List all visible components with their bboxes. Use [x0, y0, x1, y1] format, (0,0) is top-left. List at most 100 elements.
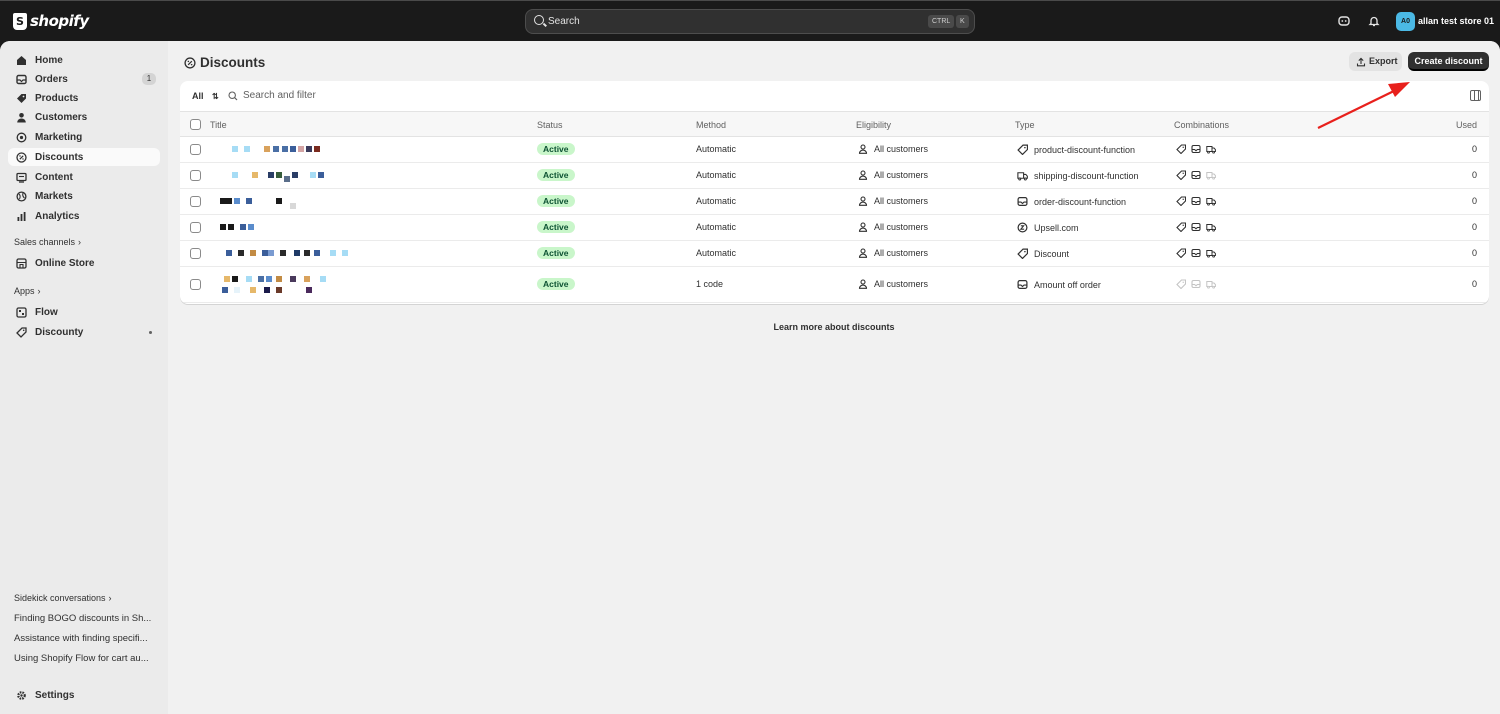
- redacted-title-block: [294, 250, 300, 256]
- row-checkbox[interactable]: [190, 170, 201, 181]
- store-name[interactable]: allan test store 01: [1418, 16, 1494, 26]
- used-count: 0: [1471, 248, 1477, 258]
- sidebar-item-analytics[interactable]: Analytics: [8, 207, 160, 225]
- redacted-title-block: [228, 224, 234, 230]
- sidekick-conversation[interactable]: Assistance with finding specifi...: [14, 633, 162, 644]
- column-status[interactable]: Status: [537, 120, 563, 130]
- sidebar-item-orders[interactable]: Orders 1: [8, 70, 160, 88]
- used-count: 0: [1471, 279, 1477, 289]
- sidebar-item-label: Content: [35, 171, 73, 183]
- column-type[interactable]: Type: [1015, 120, 1035, 130]
- table-row[interactable]: Active 1 code All customers Amount off o…: [180, 267, 1489, 303]
- learn-more-link[interactable]: Learn more about discounts: [168, 322, 1500, 332]
- combo-order-icon: [1191, 222, 1201, 232]
- store-avatar[interactable]: A0: [1396, 12, 1415, 31]
- chevron-right-icon: ›: [108, 593, 112, 603]
- row-checkbox[interactable]: [190, 196, 201, 207]
- column-used[interactable]: Used: [1456, 120, 1477, 130]
- eligibility-text: All customers: [874, 222, 929, 232]
- redacted-title-block: [276, 172, 282, 178]
- main-content: Discounts Export Create discount All ⇅ S…: [168, 41, 1500, 714]
- status-cell: Active: [537, 169, 575, 181]
- global-search-input[interactable]: Search CTRL K: [525, 9, 975, 34]
- column-method[interactable]: Method: [696, 120, 726, 130]
- sidebar-item-discounty[interactable]: Discounty: [8, 323, 160, 341]
- sidebar-item-content[interactable]: Content: [8, 168, 160, 186]
- orders-count-badge: 1: [142, 73, 156, 85]
- table-row[interactable]: Active Automatic All customers Upsell.co…: [180, 215, 1489, 241]
- columns-icon[interactable]: [1470, 90, 1481, 101]
- shortcut-ctrl: CTRL: [928, 15, 955, 28]
- row-checkbox[interactable]: [190, 144, 201, 155]
- sidebar-item-home[interactable]: Home: [8, 51, 160, 69]
- sidebar-item-online-store[interactable]: Online Store: [8, 254, 160, 272]
- sidebar-item-flow[interactable]: Flow: [8, 303, 160, 321]
- redacted-title-block: [264, 287, 270, 293]
- column-combinations[interactable]: Combinations: [1174, 120, 1229, 130]
- redacted-title-block: [342, 250, 348, 256]
- column-eligibility[interactable]: Eligibility: [856, 120, 891, 130]
- create-discount-button[interactable]: Create discount: [1408, 52, 1489, 71]
- sidekick-conversation[interactable]: Finding BOGO discounts in Sh...: [14, 613, 162, 624]
- shopify-logo[interactable]: shopify: [13, 12, 89, 30]
- eligibility-cell: All customers: [858, 170, 928, 180]
- column-title[interactable]: Title: [210, 120, 227, 130]
- table-row[interactable]: Active Automatic All customers Discount …: [180, 241, 1489, 267]
- row-checkbox[interactable]: [190, 222, 201, 233]
- sidekick-conversation[interactable]: Using Shopify Flow for cart au...: [14, 653, 162, 664]
- export-button[interactable]: Export: [1349, 52, 1402, 71]
- table-row[interactable]: Active Automatic All customers order-dis…: [180, 189, 1489, 215]
- bell-icon[interactable]: [1368, 15, 1380, 27]
- method-cell: Automatic: [696, 222, 737, 232]
- table-row[interactable]: Active Automatic All customers shipping-…: [180, 163, 1489, 189]
- sidekick-icon[interactable]: [1338, 15, 1350, 27]
- redacted-title-block: [330, 250, 336, 256]
- search-icon: [534, 15, 544, 25]
- combo-truck-icon: [1206, 250, 1216, 258]
- order-icon: [1017, 280, 1028, 289]
- sidebar-item-settings[interactable]: Settings: [8, 686, 160, 704]
- table-header: Title Status Method Eligibility Type Com…: [180, 111, 1489, 137]
- sidekick-section[interactable]: Sidekick conversations ›: [14, 593, 112, 603]
- person-icon: [858, 196, 868, 206]
- redacted-title-block: [226, 250, 232, 256]
- page-title: Discounts: [184, 55, 265, 70]
- status-badge: Active: [537, 221, 575, 233]
- sidebar-item-discounts[interactable]: Discounts: [8, 148, 160, 166]
- row-checkbox[interactable]: [190, 279, 201, 290]
- upsell-icon: [1017, 222, 1028, 233]
- sidebar-item-markets[interactable]: Markets: [8, 187, 160, 205]
- sales-channels-section[interactable]: Sales channels ›: [14, 237, 81, 247]
- sidebar-item-marketing[interactable]: Marketing: [8, 128, 160, 146]
- search-and-filter[interactable]: Search and filter: [228, 90, 316, 101]
- redacted-title-block: [314, 146, 320, 152]
- discounty-app-icon: [16, 326, 27, 338]
- redacted-title-block: [220, 224, 226, 230]
- redacted-title-block: [276, 287, 282, 293]
- eligibility-text: All customers: [874, 144, 929, 154]
- table-row[interactable]: Active Automatic All customers product-d…: [180, 137, 1489, 163]
- status-cell: Active: [537, 143, 575, 155]
- sidebar-item-customers[interactable]: Customers: [8, 108, 160, 126]
- row-checkbox[interactable]: [190, 248, 201, 259]
- combinations-cell: [1176, 279, 1216, 289]
- person-icon: [858, 248, 868, 258]
- sidebar-item-label: Products: [35, 92, 79, 104]
- redacted-title-block: [276, 276, 282, 282]
- eligibility-cell: All customers: [858, 144, 928, 154]
- redacted-title-block: [268, 172, 274, 178]
- apps-label: Apps: [14, 286, 35, 296]
- tab-all[interactable]: All ⇅: [192, 91, 219, 101]
- select-all-checkbox[interactable]: [190, 119, 201, 130]
- sidebar-item-label: Marketing: [35, 131, 83, 143]
- apps-section[interactable]: Apps ›: [14, 286, 41, 296]
- app-menu-dot[interactable]: [149, 331, 152, 334]
- sidebar-item-label: Discounty: [35, 326, 84, 338]
- app-frame: Home Orders 1 Products Customers Marketi…: [0, 41, 1500, 714]
- globe-icon: [16, 190, 27, 202]
- eligibility-text: All customers: [874, 248, 929, 258]
- sidebar: Home Orders 1 Products Customers Marketi…: [0, 41, 168, 714]
- redacted-title-block: [232, 146, 238, 152]
- status-cell: Active: [537, 247, 575, 259]
- sidebar-item-products[interactable]: Products: [8, 89, 160, 107]
